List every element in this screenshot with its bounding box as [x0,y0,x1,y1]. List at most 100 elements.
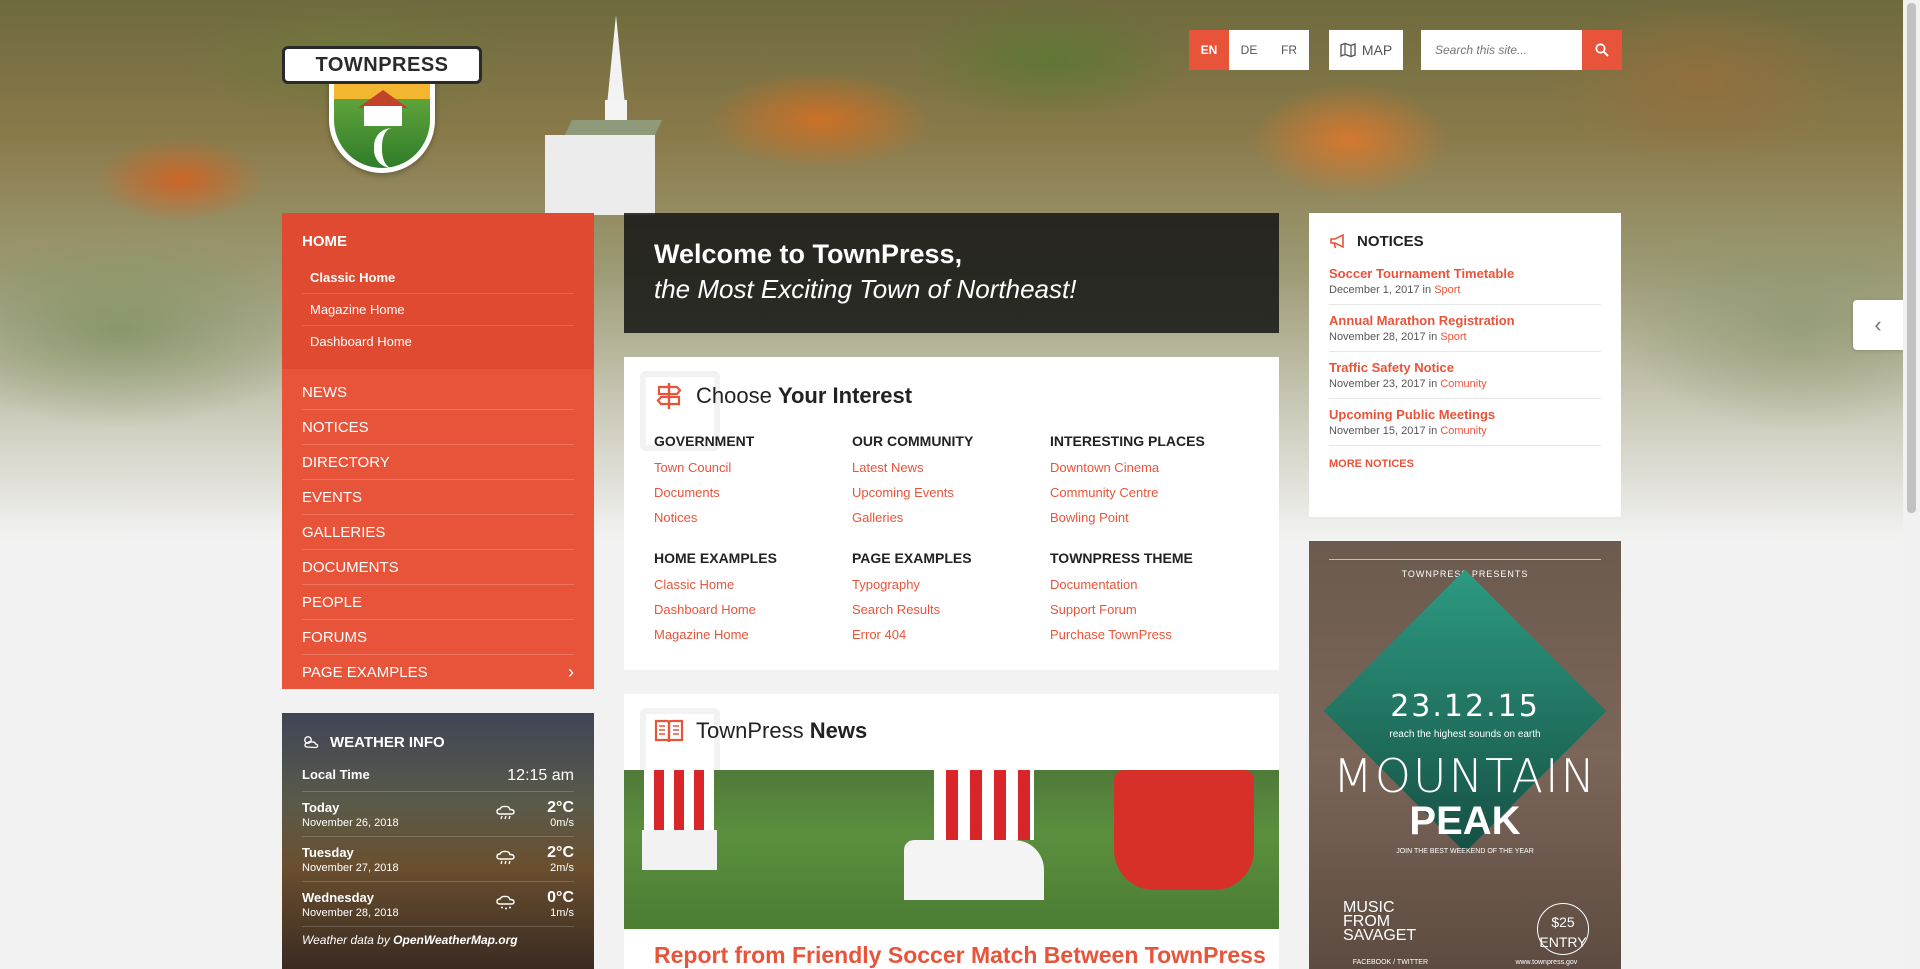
interest-heading: PAGE EXAMPLES [852,550,972,566]
submenu-dashboard-home[interactable]: Dashboard Home [302,326,574,357]
interest-heading: OUR COMMUNITY [852,433,974,449]
poster-date: 23.12.15 [1390,689,1540,724]
interest-heading: HOME EXAMPLES [654,550,777,566]
interest-link[interactable]: Search Results [852,597,1050,622]
interest-link[interactable]: Downtown Cinema [1050,455,1248,480]
choose-interest-panel: Choose Your Interest GOVERNMENT Town Cou… [624,357,1279,670]
nav-item-events[interactable]: EVENTS [302,480,574,515]
interest-link[interactable]: Upcoming Events [852,480,1050,505]
poster-title-2: PEAK [1409,799,1521,843]
notices-panel: NOTICES Soccer Tournament Timetable Dece… [1309,213,1621,517]
notice-title[interactable]: Annual Marathon Registration [1329,313,1601,328]
search-button[interactable] [1582,30,1622,70]
interest-link[interactable]: Bowling Point [1050,505,1248,530]
interest-link[interactable]: Documentation [1050,572,1248,597]
interest-link[interactable]: Magazine Home [654,622,852,647]
poster-social: FACEBOOK / TWITTER [1352,959,1429,966]
forecast-row: Today November 26, 2018 2°C 0m/s [302,792,574,837]
weather-credit: Weather data by OpenWeatherMap.org [302,933,518,947]
weather-widget: WEATHER INFO Local Time 12:15 am Today No… [282,713,594,969]
forecast-row: Wednesday November 28, 2018 0°C 1m/s [302,882,574,927]
snow-cloud-icon [486,893,526,916]
notice-item: Traffic Safety Notice November 23, 2017 … [1329,352,1601,399]
logo-text: TOWNPRESS [282,46,482,84]
interest-grid: GOVERNMENT Town Council Documents Notice… [654,433,1249,647]
lang-fr[interactable]: FR [1269,30,1309,70]
lang-de[interactable]: DE [1229,30,1269,70]
notice-title[interactable]: Soccer Tournament Timetable [1329,266,1601,281]
church-image [545,15,662,215]
notice-category[interactable]: Sport [1440,331,1466,343]
interest-link[interactable]: Community Centre [1050,480,1248,505]
map-button[interactable]: MAP [1329,30,1403,70]
nav-item-directory[interactable]: DIRECTORY [302,445,574,480]
notice-item: Soccer Tournament Timetable December 1, … [1329,258,1601,305]
nav-item-page-examples[interactable]: PAGE EXAMPLES › [302,655,574,690]
map-label: MAP [1361,42,1393,58]
interest-heading: TOWNPRESS THEME [1050,550,1193,566]
interest-heading: INTERESTING PLACES [1050,433,1205,449]
search-bar [1421,30,1622,70]
interest-link[interactable]: Support Forum [1050,597,1248,622]
notice-category[interactable]: Comunity [1440,425,1486,437]
notice-title[interactable]: Upcoming Public Meetings [1329,407,1601,422]
notice-item: Annual Marathon Registration November 28… [1329,305,1601,352]
welcome-subtitle: the Most Exciting Town of Northeast! [654,274,1077,304]
nav-item-notices[interactable]: NOTICES [302,410,574,445]
news-title: TownPress News [624,694,1279,744]
page-scrollbar[interactable] [1903,0,1920,969]
megaphone-icon [1330,233,1344,248]
poster-join: JOIN THE BEST WEEKEND OF THE YEAR [1396,848,1534,855]
news-photo[interactable] [624,770,1279,929]
nav-item-news[interactable]: NEWS [302,375,574,410]
interest-link[interactable]: Documents [654,480,852,505]
nav-item-galleries[interactable]: GALLERIES [302,515,574,550]
interest-link[interactable]: Dashboard Home [654,597,852,622]
poster-title-1: MOUNTAIN [1333,749,1597,803]
chevron-left-icon: ‹ [1874,312,1882,337]
notice-category[interactable]: Sport [1434,284,1460,296]
nav-item-people[interactable]: PEOPLE [302,585,574,620]
nav-item-forums[interactable]: FORUMS [302,620,574,655]
interest-link[interactable]: Galleries [852,505,1050,530]
more-notices-link[interactable]: MORE NOTICES [1329,458,1601,470]
notices-title: NOTICES [1329,233,1601,250]
poster-music: MUSIC FROM SAVAGET [1343,899,1417,944]
submenu-magazine-home[interactable]: Magazine Home [302,294,574,326]
interest-link[interactable]: Town Council [654,455,852,480]
notice-title[interactable]: Traffic Safety Notice [1329,360,1601,375]
poster-tagline: reach the highest sounds on earth [1389,729,1541,740]
welcome-banner: Welcome to TownPress, the Most Exciting … [624,213,1279,333]
search-input[interactable] [1421,30,1582,70]
poster-site: www.townpress.gov [1515,959,1578,966]
rain-cloud-icon [486,803,526,826]
forecast-row: Tuesday November 27, 2018 2°C 2m/s [302,837,574,882]
interest-link[interactable]: Latest News [852,455,1050,480]
interest-title: Choose Your Interest [654,381,1249,411]
submenu-classic-home[interactable]: Classic Home [302,262,574,294]
news-panel: TownPress News Report from Friendly Socc… [624,694,1279,969]
weather-icon [304,736,319,749]
scrollbar-thumb[interactable] [1907,3,1916,513]
interest-link[interactable]: Classic Home [654,572,852,597]
chevron-right-icon: › [568,662,574,682]
lang-en[interactable]: EN [1189,30,1229,70]
nav-item-home[interactable]: HOME [282,213,594,262]
local-time-label: Local Time [302,767,370,782]
main-navigation: HOME Classic Home Magazine Home Dashboar… [282,213,594,689]
side-panel-toggle[interactable]: ‹ [1853,300,1903,350]
interest-link[interactable]: Notices [654,505,852,530]
interest-link[interactable]: Error 404 [852,622,1050,647]
news-headline[interactable]: Report from Friendly Soccer Match Betwee… [654,942,1266,969]
interest-link[interactable]: Typography [852,572,1050,597]
search-icon [1595,43,1609,57]
weather-credit-link[interactable]: OpenWeatherMap.org [393,933,517,947]
welcome-title: Welcome to TownPress, [654,239,963,269]
site-logo[interactable]: TOWNPRESS [282,28,482,178]
nav-item-documents[interactable]: DOCUMENTS [302,550,574,585]
event-poster-banner[interactable]: TOWNPRESS PRESENTS 23.12.15 reach the hi… [1309,541,1621,969]
interest-link[interactable]: Purchase TownPress [1050,622,1248,647]
map-icon [1340,42,1356,58]
notice-category[interactable]: Comunity [1440,378,1486,390]
local-time-value: 12:15 am [507,767,574,784]
